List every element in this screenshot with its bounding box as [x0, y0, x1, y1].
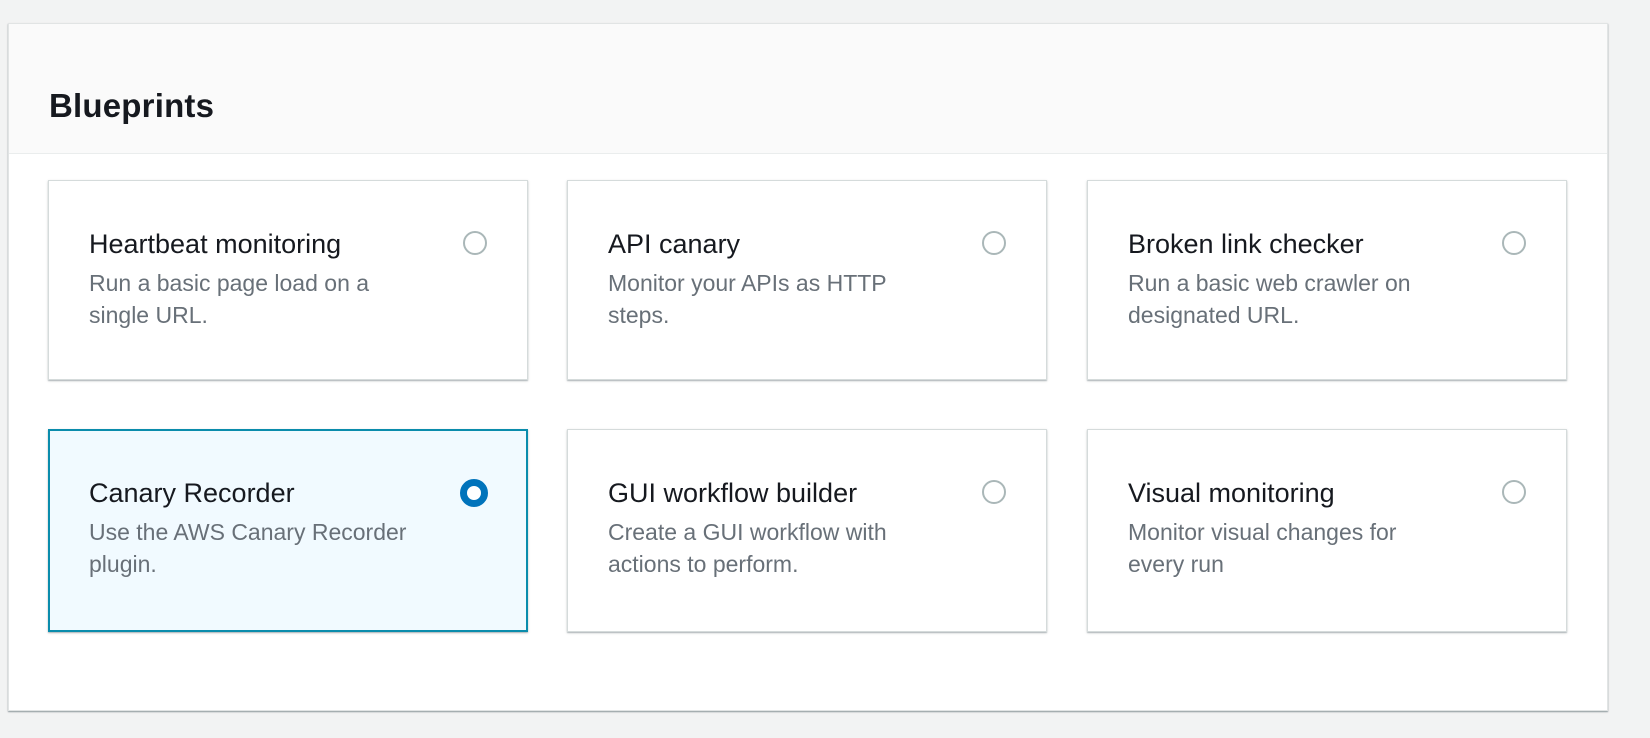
radio-button[interactable] — [982, 231, 1006, 255]
card-title: Heartbeat monitoring — [89, 229, 342, 259]
blueprint-card-canary-recorder[interactable]: Canary Recorder Use the AWS Canary Recor… — [48, 429, 528, 632]
card-title: GUI workflow builder — [608, 478, 858, 508]
blueprints-panel: Blueprints Heartbeat monitoring Run a ba… — [8, 23, 1608, 711]
card-description: Monitor visual changes for every run — [1128, 519, 1397, 577]
panel-header: Blueprints — [9, 24, 1607, 154]
card-description: Run a basic page load on a single URL. — [89, 270, 370, 328]
blueprint-card-visual-monitoring[interactable]: Visual monitoring Monitor visual changes… — [1087, 429, 1567, 632]
radio-button[interactable] — [1502, 480, 1526, 504]
radio-button[interactable] — [1502, 231, 1526, 255]
card-title: Visual monitoring — [1128, 478, 1335, 508]
blueprint-card-gui-workflow-builder[interactable]: GUI workflow builder Create a GUI workfl… — [567, 429, 1047, 632]
radio-button[interactable] — [463, 231, 487, 255]
card-title: Broken link checker — [1128, 229, 1364, 259]
radio-button-selected[interactable] — [460, 479, 488, 507]
panel-title: Blueprints — [49, 87, 215, 124]
blueprint-card-broken-link-checker[interactable]: Broken link checker Run a basic web craw… — [1087, 180, 1567, 380]
card-description: Use the AWS Canary Recorder plugin. — [89, 519, 407, 577]
card-description: Run a basic web crawler on designated UR… — [1128, 270, 1411, 328]
radio-button[interactable] — [982, 480, 1006, 504]
card-title: Canary Recorder — [89, 478, 295, 508]
card-title: API canary — [608, 229, 741, 259]
blueprint-card-api-canary[interactable]: API canary Monitor your APIs as HTTP ste… — [567, 180, 1047, 380]
card-description: Create a GUI workflow with actions to pe… — [608, 519, 887, 577]
blueprint-card-heartbeat-monitoring[interactable]: Heartbeat monitoring Run a basic page lo… — [48, 180, 528, 380]
card-description: Monitor your APIs as HTTP steps. — [608, 270, 887, 328]
